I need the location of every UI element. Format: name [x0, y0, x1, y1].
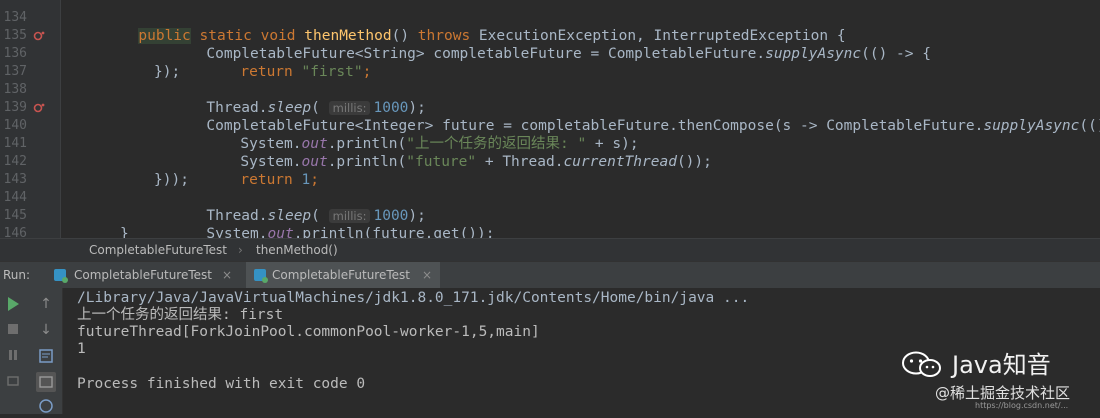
run-tool-window-header: Run: CompletableFutureTest × Completable… [0, 261, 1100, 289]
code-line-142[interactable]: 142 return 1; [0, 153, 1100, 188]
line-number: 135 [3, 28, 27, 43]
breadcrumb: CompletableFutureTest › thenMethod() [0, 238, 1100, 261]
code-line-140[interactable]: 140 System.out.println("上一个任务的返回结果: " + … [0, 117, 1100, 152]
print-icon[interactable] [36, 372, 56, 392]
code-line-141[interactable]: 141 System.out.println("future" + Thread… [0, 135, 1100, 170]
breadcrumb-method[interactable]: thenMethod() [256, 239, 338, 261]
code-line-145[interactable]: 145 System.out.println(future.get()); [0, 207, 1100, 238]
lambda-gutter-icon[interactable] [33, 102, 45, 114]
code-line-146[interactable]: 146 } [0, 225, 1100, 238]
code-editor[interactable]: 134 public static void thenMethod() thro… [0, 0, 1100, 238]
code-line-143[interactable]: 143 })); [0, 171, 1100, 189]
dump-threads-icon[interactable] [5, 374, 21, 390]
console-line: 1 [77, 341, 86, 357]
code-text: }); [154, 64, 181, 80]
chevron-right-icon: › [238, 243, 243, 257]
watermark-url: https://blog.csdn.net/... [975, 401, 1069, 410]
pause-icon[interactable] [5, 348, 21, 364]
console-line: 上一个任务的返回结果: first [77, 307, 284, 323]
close-icon[interactable]: × [222, 262, 232, 288]
code-line-136[interactable]: 136 return "first"; [0, 45, 1100, 80]
line-number: 145 [3, 208, 27, 223]
breadcrumb-class[interactable]: CompletableFutureTest [89, 239, 227, 261]
rerun-icon[interactable] [5, 296, 21, 312]
watermark-site: @稀土掘金技术社区 [935, 384, 1071, 402]
wechat-watermark: Java知音 [900, 348, 1070, 382]
run-tab-label: CompletableFutureTest [74, 268, 212, 282]
line-number: 136 [3, 46, 27, 61]
line-number: 139 [3, 100, 27, 115]
line-number: 138 [3, 82, 27, 97]
arrow-down-icon[interactable]: ↓ [38, 322, 54, 338]
line-number: 134 [3, 10, 27, 25]
line-number: 143 [3, 172, 27, 187]
code-text: } [120, 226, 129, 238]
line-number: 141 [3, 136, 27, 151]
line-number: 144 [3, 190, 27, 205]
line-number: 142 [3, 154, 27, 169]
close-icon[interactable]: × [422, 262, 432, 288]
code-line-134[interactable]: 134 public static void thenMethod() thro… [0, 9, 1100, 44]
code-line-137[interactable]: 137 }); [0, 63, 1100, 81]
lambda-gutter-icon[interactable] [33, 30, 45, 42]
arrow-up-icon[interactable]: ↑ [38, 296, 54, 312]
run-tab-2[interactable]: CompletableFutureTest × [246, 262, 440, 288]
wechat-icon [900, 350, 944, 380]
stop-icon[interactable] [5, 322, 21, 338]
code-text: })); [154, 172, 189, 188]
java-class-icon [254, 269, 268, 283]
clear-all-icon[interactable] [38, 398, 54, 414]
run-panel-label: Run: [3, 268, 31, 282]
soft-wrap-icon[interactable] [38, 348, 54, 364]
line-number: 137 [3, 64, 27, 79]
run-tab-label: CompletableFutureTest [272, 268, 410, 282]
code-line-135[interactable]: 135 CompletableFuture<String> completabl… [0, 27, 1100, 62]
console-line: Process finished with exit code 0 [77, 376, 366, 392]
console-line: /Library/Java/JavaVirtualMachines/jdk1.8… [77, 290, 750, 306]
code-line-138[interactable]: 138 Thread.sleep( millis: 1000); [0, 81, 1100, 116]
watermark-brand: Java知音 [952, 351, 1051, 379]
line-number: 146 [3, 226, 27, 238]
code-line-139[interactable]: 139 CompletableFuture<Integer> future = … [0, 99, 1100, 134]
run-toolbar: ↑ ↓ [0, 288, 63, 414]
line-number: 140 [3, 118, 27, 133]
console-line: futureThread[ForkJoinPool.commonPool-wor… [77, 324, 540, 340]
run-tab-1[interactable]: CompletableFutureTest × [48, 262, 240, 288]
java-class-icon [54, 269, 68, 283]
code-line-144[interactable]: 144 Thread.sleep( millis: 1000); [0, 189, 1100, 224]
